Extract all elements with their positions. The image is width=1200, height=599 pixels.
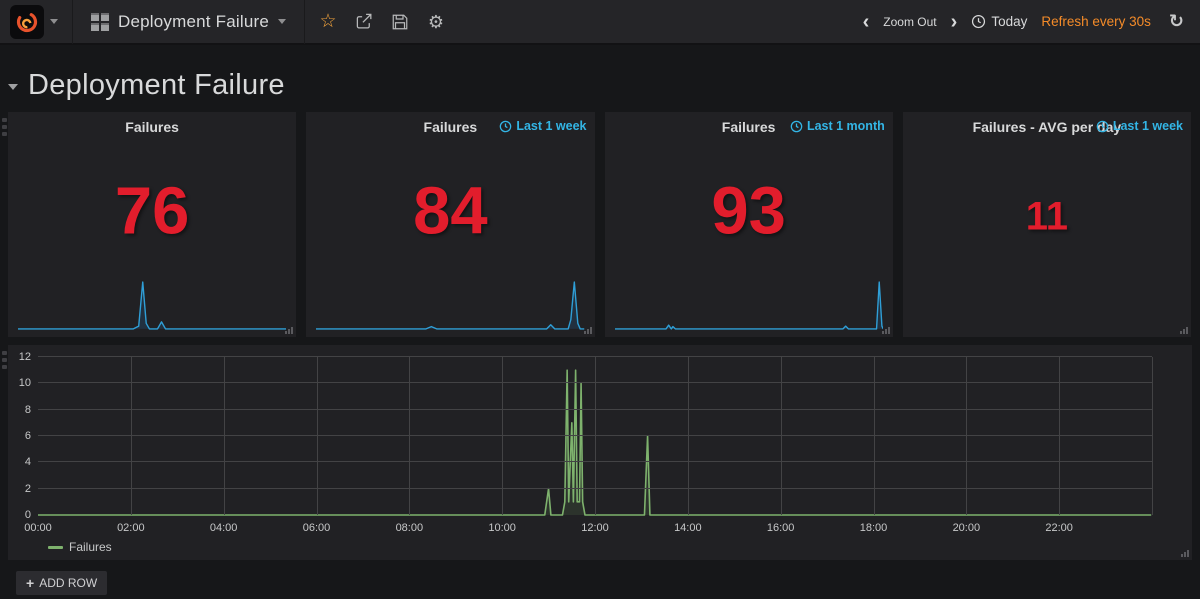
x-tick-label: 04:00 bbox=[210, 522, 238, 534]
stat-panel-failures: Failures 76 bbox=[8, 112, 296, 337]
stat-value: 76 bbox=[8, 172, 296, 249]
navbar: Deployment Failure ☆ ⚙ ‹ Zoom Out › bbox=[0, 0, 1200, 45]
y-tick-label: 6 bbox=[25, 430, 31, 442]
save-button[interactable] bbox=[387, 9, 413, 35]
dashboard-title: Deployment Failure bbox=[118, 12, 269, 32]
y-tick-label: 4 bbox=[25, 456, 31, 468]
gridline bbox=[688, 357, 689, 515]
clock-icon bbox=[790, 120, 803, 133]
gridline bbox=[874, 357, 875, 515]
stat-value: 11 bbox=[903, 194, 1191, 239]
x-tick-label: 16:00 bbox=[767, 522, 795, 534]
dashboard-grid-icon bbox=[91, 13, 109, 31]
sparkline bbox=[18, 279, 286, 331]
time-back-button[interactable]: ‹ bbox=[859, 12, 874, 32]
y-tick-label: 10 bbox=[19, 377, 31, 389]
x-tick-label: 00:00 bbox=[24, 522, 52, 534]
gridline bbox=[781, 357, 782, 515]
legend-label: Failures bbox=[69, 540, 112, 554]
stat-value: 93 bbox=[605, 172, 893, 249]
x-tick-label: 18:00 bbox=[860, 522, 888, 534]
gear-icon: ⚙ bbox=[428, 13, 444, 31]
zoom-out-button[interactable]: Zoom Out bbox=[883, 15, 936, 29]
gridline bbox=[1152, 357, 1153, 515]
panel-time-override: Last 1 week bbox=[499, 119, 586, 133]
x-tick-label: 12:00 bbox=[581, 522, 609, 534]
stat-panel-failures-week: Failures Last 1 week 84 bbox=[306, 112, 594, 337]
share-icon bbox=[355, 12, 374, 31]
y-tick-label: 8 bbox=[25, 404, 31, 416]
x-tick-label: 06:00 bbox=[303, 522, 331, 534]
gridline bbox=[409, 357, 410, 515]
row-drag-handle[interactable] bbox=[2, 351, 7, 369]
gridline bbox=[595, 357, 596, 515]
caret-down-icon bbox=[278, 19, 286, 24]
legend-item-failures[interactable]: Failures bbox=[48, 540, 112, 554]
y-tick-label: 0 bbox=[25, 509, 31, 521]
stat-panel-failures-month: Failures Last 1 month 93 bbox=[605, 112, 893, 337]
share-button[interactable] bbox=[351, 9, 377, 35]
today-label: Today bbox=[991, 14, 1027, 29]
stat-value: 84 bbox=[306, 172, 594, 249]
resize-handle-icon[interactable] bbox=[1181, 550, 1189, 557]
caret-down-icon bbox=[50, 19, 58, 24]
grafana-menu-button[interactable] bbox=[0, 0, 72, 44]
gridline bbox=[317, 357, 318, 515]
stat-panel-failures-avg: Failures - AVG per day Last 1 week 11 bbox=[903, 112, 1191, 337]
add-row-label: ADD ROW bbox=[39, 576, 97, 590]
stat-panel-row: Failures 76 Failures Last 1 week 84 Fail… bbox=[8, 112, 1191, 337]
add-row-button[interactable]: + ADD ROW bbox=[16, 571, 107, 595]
sparkline bbox=[316, 279, 584, 331]
refresh-icon[interactable]: ↻ bbox=[1169, 11, 1184, 32]
x-tick-label: 10:00 bbox=[488, 522, 516, 534]
y-tick-label: 12 bbox=[19, 351, 31, 363]
panel-time-override: Last 1 week bbox=[1096, 119, 1183, 133]
gridline bbox=[131, 357, 132, 515]
x-tick-label: 02:00 bbox=[117, 522, 145, 534]
clock-icon bbox=[1096, 120, 1109, 133]
row-header: Deployment Failure bbox=[8, 62, 285, 108]
graph-plot[interactable]: 02468101200:0002:0004:0006:0008:0010:001… bbox=[38, 357, 1152, 515]
resize-handle-icon[interactable] bbox=[1180, 327, 1188, 334]
time-forward-button[interactable]: › bbox=[947, 12, 962, 32]
row-drag-handle[interactable] bbox=[2, 118, 7, 136]
x-tick-label: 08:00 bbox=[396, 522, 424, 534]
gridline bbox=[966, 357, 967, 515]
resize-handle-icon[interactable] bbox=[285, 327, 293, 334]
legend-swatch-icon bbox=[48, 546, 63, 549]
settings-button[interactable]: ⚙ bbox=[423, 9, 449, 35]
resize-handle-icon[interactable] bbox=[882, 327, 890, 334]
y-tick-label: 2 bbox=[25, 483, 31, 495]
save-icon bbox=[391, 13, 409, 31]
resize-handle-icon[interactable] bbox=[584, 327, 592, 334]
row-collapse-chevron-icon[interactable] bbox=[8, 84, 18, 90]
x-tick-label: 20:00 bbox=[953, 522, 981, 534]
panel-title[interactable]: Failures bbox=[8, 119, 296, 135]
x-tick-label: 14:00 bbox=[674, 522, 702, 534]
panel-time-override: Last 1 month bbox=[790, 119, 885, 133]
refresh-interval-button[interactable]: Refresh every 30s bbox=[1041, 14, 1151, 29]
plus-icon: + bbox=[26, 575, 34, 591]
clock-icon bbox=[971, 14, 986, 29]
gridline bbox=[502, 357, 503, 515]
dashboard-picker[interactable]: Deployment Failure bbox=[73, 0, 304, 44]
star-button[interactable]: ☆ bbox=[315, 9, 341, 35]
gridline bbox=[224, 357, 225, 515]
time-range-button[interactable]: Today bbox=[971, 14, 1027, 29]
grafana-logo-icon bbox=[10, 5, 44, 39]
star-icon: ☆ bbox=[319, 12, 336, 31]
x-tick-label: 22:00 bbox=[1045, 522, 1073, 534]
sparkline bbox=[615, 279, 883, 331]
graph-panel: 0 2 4 6 8 10 12 00:00 02:00 04:00 06:00 08:00 10:00 1… bbox=[8, 345, 1192, 560]
row-title: Deployment Failure bbox=[28, 69, 285, 102]
clock-icon bbox=[499, 120, 512, 133]
gridline bbox=[1059, 357, 1060, 515]
